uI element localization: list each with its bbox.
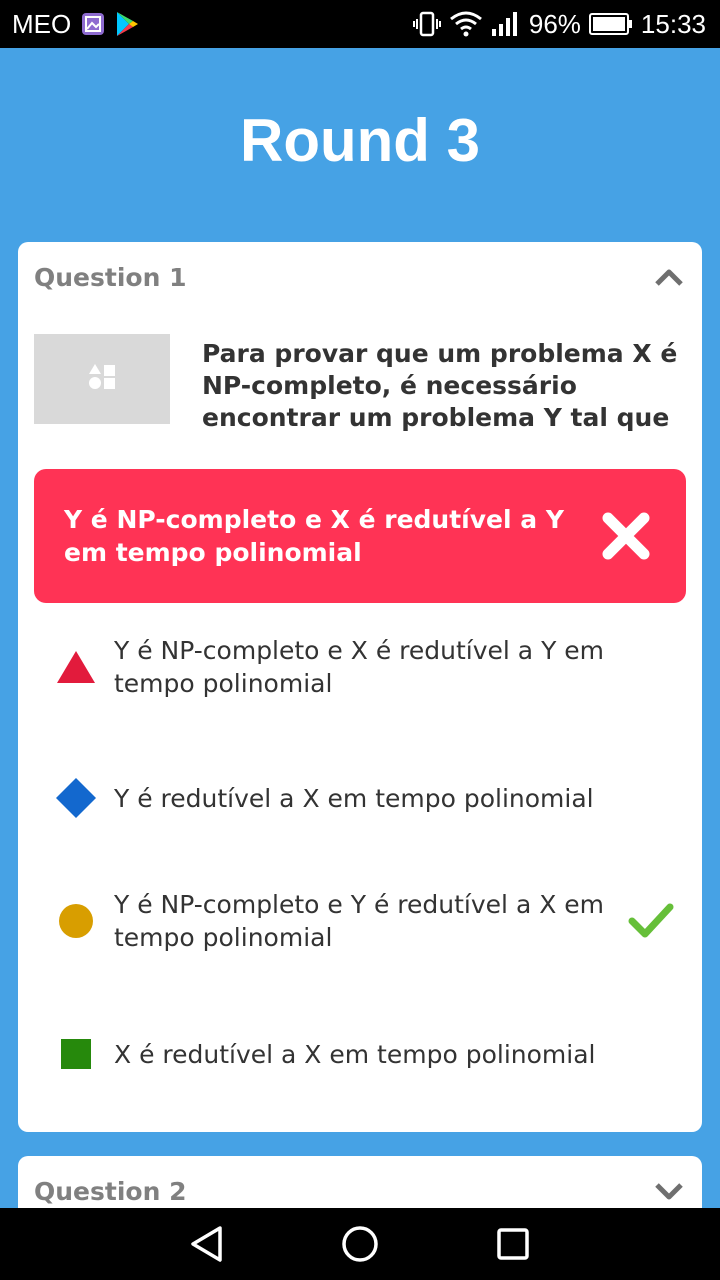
- battery-percent: 96%: [528, 8, 581, 39]
- option-circle: Y é NP-completo e Y é redutível a X em t…: [54, 888, 674, 954]
- vibrate-icon: [412, 10, 441, 38]
- close-x-icon: [602, 512, 650, 560]
- given-answer-text: Y é NP-completo e X é redutível a Y em t…: [64, 505, 564, 567]
- option-text: Y é NP-completo e Y é redutível a X em t…: [114, 890, 605, 952]
- checkmark-icon: [628, 902, 674, 940]
- play-store-icon: [115, 11, 139, 37]
- navigation-bar: [0, 1208, 720, 1280]
- option-text: X é redutível a X em tempo polinomial: [114, 1039, 596, 1069]
- question-image-placeholder: [34, 334, 170, 424]
- clock: 15:33: [640, 8, 706, 39]
- back-icon[interactable]: [183, 1220, 231, 1268]
- question-card-1: Question 1 Para provar que um problema X…: [18, 242, 702, 1132]
- carrier-label: MEO: [12, 8, 72, 39]
- option-square: X é redutível a X em tempo polinomial: [54, 1032, 674, 1076]
- home-icon[interactable]: [336, 1220, 384, 1268]
- square-icon: [54, 1032, 98, 1076]
- battery-icon: [588, 13, 633, 35]
- diamond-icon: [54, 776, 98, 820]
- option-text: Y é redutível a X em tempo polinomial: [114, 783, 594, 813]
- status-bar-left: MEO: [12, 9, 139, 40]
- question-1-text: Para provar que um problema X é NP-compl…: [202, 339, 678, 432]
- question-2-header[interactable]: Question 2: [34, 1174, 686, 1208]
- given-answer-incorrect: Y é NP-completo e X é redutível a Y em t…: [34, 469, 686, 603]
- option-triangle: Y é NP-completo e X é redutível a Y em t…: [54, 634, 674, 700]
- wifi-icon: [449, 11, 483, 37]
- chevron-down-icon[interactable]: [652, 1177, 686, 1205]
- option-text: Y é NP-completo e X é redutível a Y em t…: [114, 636, 605, 698]
- shapes-icon: [87, 363, 117, 395]
- question-1-label: Question 1: [34, 262, 187, 292]
- option-diamond: Y é redutível a X em tempo polinomial: [54, 776, 674, 820]
- triangle-icon: [54, 645, 98, 689]
- question-1-header[interactable]: Question 1: [34, 260, 686, 294]
- round-title: Round 3: [240, 107, 480, 174]
- chevron-up-icon[interactable]: [652, 263, 686, 291]
- status-bar-right: 96% 15:33: [412, 8, 706, 40]
- status-bar: MEO 96% 15:33: [0, 0, 720, 48]
- recents-icon[interactable]: [489, 1220, 537, 1268]
- circle-icon: [54, 899, 98, 943]
- gallery-notification-icon: [81, 12, 105, 36]
- signal-icon: [491, 11, 521, 37]
- question-2-label: Question 2: [34, 1176, 187, 1206]
